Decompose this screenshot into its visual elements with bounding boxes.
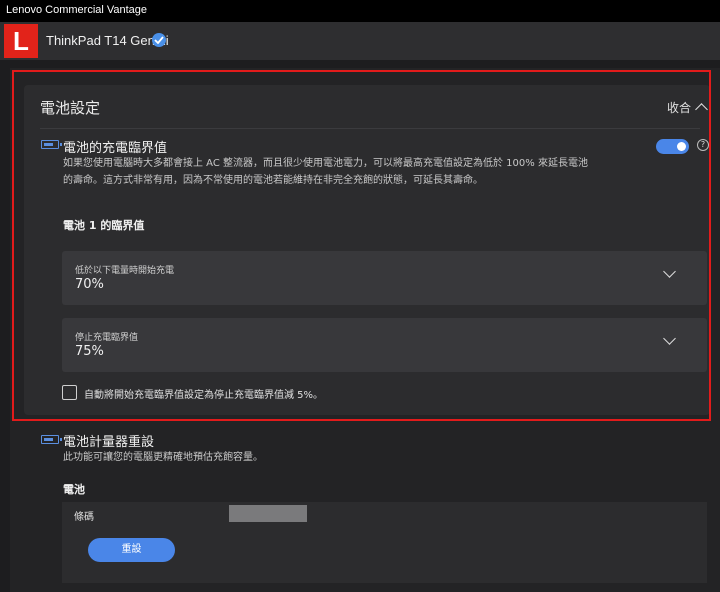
chevron-down-icon <box>663 265 676 278</box>
start-charge-dropdown[interactable]: 低於以下電量時開始充電 70% <box>62 251 707 305</box>
chevron-down-icon <box>663 332 676 345</box>
card-divider <box>40 128 700 129</box>
help-icon[interactable]: ? <box>697 139 709 151</box>
battery-settings-title: 電池設定 <box>40 99 101 117</box>
charge-threshold-title: 電池的充電臨界值 <box>63 141 168 156</box>
gauge-reset-title: 電池計量器重設 <box>63 435 155 450</box>
description-line-1: 如果您使用電腦時大多都會接上 AC 整流器，而且很少使用電池電力，可以將最高充電… <box>63 158 588 169</box>
collapse-button[interactable]: 收合 <box>666 99 708 116</box>
stop-charge-label: 停止充電臨界值 <box>75 333 139 343</box>
collapse-label: 收合 <box>666 101 691 115</box>
battery-section-label: 電池 <box>63 483 85 496</box>
serial-label: 條碼 <box>74 512 94 523</box>
battery1-threshold-title: 電池 1 的臨界值 <box>63 219 145 232</box>
description-line-2: 的壽命。這方式非常有用，因為不常使用的電池若能維持在非完全充飽的狀態，可延長其壽… <box>63 175 483 186</box>
logo-letter: L <box>13 26 29 56</box>
window-title: Lenovo Commercial Vantage <box>6 4 148 16</box>
stop-charge-value: 75% <box>75 344 104 359</box>
start-charge-value: 70% <box>75 277 104 292</box>
battery-icon <box>41 140 62 149</box>
lenovo-logo: L <box>4 24 38 58</box>
verified-check-icon <box>152 33 166 47</box>
auto-threshold-label: 自動將開始充電臨界值設定為停止充電臨界值減 5%。 <box>84 390 324 401</box>
toggle-knob <box>677 142 686 151</box>
charge-threshold-toggle[interactable] <box>656 139 689 154</box>
app-header: L ThinkPad T14 Gen 2i <box>0 22 720 60</box>
start-charge-label: 低於以下電量時開始充電 <box>75 266 175 276</box>
charge-threshold-description: 如果您使用電腦時大多都會接上 AC 整流器，而且很少使用電池電力，可以將最高充電… <box>63 155 588 189</box>
battery-icon <box>41 435 62 444</box>
stop-charge-dropdown[interactable]: 停止充電臨界值 75% <box>62 318 707 372</box>
reset-button[interactable]: 重設 <box>88 538 175 562</box>
device-name: ThinkPad T14 Gen 2i <box>46 33 169 48</box>
auto-threshold-checkbox[interactable] <box>62 385 77 400</box>
gauge-reset-description: 此功能可讓您的電腦更精確地預估充飽容量。 <box>63 452 263 463</box>
window-titlebar: Lenovo Commercial Vantage <box>0 0 720 22</box>
serial-value-redacted <box>229 505 307 522</box>
chevron-up-icon <box>695 103 708 116</box>
